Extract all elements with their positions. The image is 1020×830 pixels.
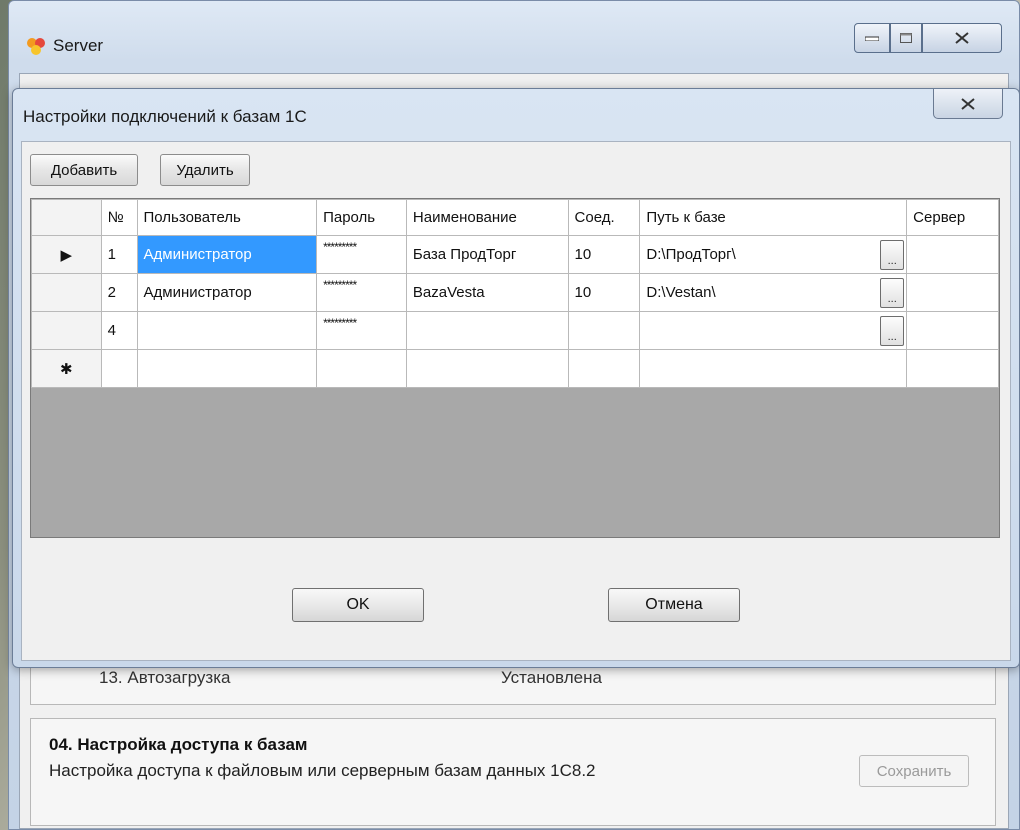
cell-password[interactable]: *********	[316, 311, 407, 350]
cell-password[interactable]: *********	[316, 235, 407, 274]
delete-button[interactable]: Удалить	[160, 154, 250, 186]
grid-header-row: № Пользователь Пароль Наименование Соед.…	[31, 199, 999, 236]
cell-path[interactable]: D:\Vestan\ ...	[639, 273, 908, 312]
app-logo-icon	[27, 38, 45, 55]
connections-grid[interactable]: № Пользователь Пароль Наименование Соед.…	[30, 198, 1000, 538]
server-close-button[interactable]	[922, 23, 1002, 53]
column-header-password[interactable]: Пароль	[316, 199, 407, 236]
new-row-marker[interactable]: ✱	[31, 349, 102, 388]
new-row[interactable]: ✱	[31, 349, 999, 388]
ok-button[interactable]: OK	[292, 588, 424, 622]
db-access-panel: 04. Настройка доступа к базам Настройка …	[30, 718, 996, 826]
row-marker[interactable]	[31, 311, 102, 350]
connections-table: № Пользователь Пароль Наименование Соед.…	[31, 199, 999, 388]
cancel-button[interactable]: Отмена	[608, 588, 740, 622]
dialog-close-button[interactable]	[933, 89, 1003, 119]
cell-connections[interactable]	[567, 311, 641, 350]
column-header-user[interactable]: Пользователь	[136, 199, 318, 236]
column-header-connections[interactable]: Соед.	[567, 199, 641, 236]
row-marker[interactable]: ▶	[31, 235, 102, 274]
minimize-icon	[865, 36, 879, 41]
cell-num[interactable]: 1	[100, 235, 138, 274]
maximize-icon	[900, 33, 912, 43]
cell-path[interactable]: ...	[639, 311, 908, 350]
connections-dialog: Настройки подключений к базам 1С Добавит…	[12, 88, 1020, 668]
browse-path-button[interactable]: ...	[880, 316, 905, 346]
browse-path-button[interactable]: ...	[880, 278, 905, 308]
dialog-client-area: Добавить Удалить № Пользователь Пароль Н…	[21, 141, 1011, 661]
dialog-title: Настройки подключений к базам 1С	[23, 107, 307, 126]
minimize-button[interactable]	[854, 23, 890, 53]
close-icon	[955, 32, 969, 44]
close-icon	[961, 97, 975, 110]
new-cell[interactable]	[136, 349, 318, 388]
cell-num[interactable]: 4	[100, 311, 138, 350]
cell-password[interactable]: *********	[316, 273, 407, 312]
cell-name[interactable]: База ПродТорг	[405, 235, 569, 274]
cell-name[interactable]	[405, 311, 569, 350]
cell-name[interactable]: BazaVesta	[405, 273, 569, 312]
add-button[interactable]: Добавить	[30, 154, 138, 186]
cell-server[interactable]	[906, 273, 999, 312]
browse-path-button[interactable]: ...	[880, 240, 905, 270]
table-row[interactable]: ▶ 1 Администратор ********* База ПродТор…	[31, 235, 999, 274]
cell-connections[interactable]: 10	[567, 235, 641, 274]
table-row[interactable]: 2 Администратор ********* BazaVesta 10 D…	[31, 273, 999, 312]
cell-user[interactable]: Администратор	[136, 235, 318, 274]
autoload-label: 13. Автозагрузка	[99, 668, 231, 687]
table-row[interactable]: 4 ********* ...	[31, 311, 999, 350]
row-marker[interactable]	[31, 273, 102, 312]
column-header-path[interactable]: Путь к базе	[639, 199, 908, 236]
cell-user[interactable]: Администратор	[136, 273, 318, 312]
cell-path-text: D:\Vestan\	[646, 284, 716, 301]
server-window-title: Server	[53, 36, 104, 55]
autoload-status: Установлена	[501, 668, 602, 687]
column-header-server[interactable]: Сервер	[906, 199, 999, 236]
maximize-button[interactable]	[890, 23, 922, 53]
cell-connections[interactable]: 10	[567, 273, 641, 312]
cell-server[interactable]	[906, 311, 999, 350]
db-access-description: Настройка доступа к файловым или серверн…	[49, 761, 596, 780]
new-cell[interactable]	[100, 349, 138, 388]
column-header-name[interactable]: Наименование	[405, 199, 569, 236]
cell-server[interactable]	[906, 235, 999, 274]
new-cell[interactable]	[316, 349, 407, 388]
save-button[interactable]: Сохранить	[859, 755, 969, 787]
row-header-corner	[31, 199, 102, 236]
new-cell[interactable]	[906, 349, 999, 388]
server-titlebar: Server	[9, 1, 1019, 81]
cell-path[interactable]: D:\ПродТорг\ ...	[639, 235, 908, 274]
new-cell[interactable]	[405, 349, 569, 388]
new-cell[interactable]	[639, 349, 908, 388]
cell-num[interactable]: 2	[100, 273, 138, 312]
new-cell[interactable]	[567, 349, 641, 388]
db-access-title: 04. Настройка доступа к базам	[49, 735, 308, 754]
column-header-num[interactable]: №	[100, 199, 138, 236]
cell-user[interactable]	[136, 311, 318, 350]
cell-path-text: D:\ПродТорг\	[646, 246, 736, 263]
